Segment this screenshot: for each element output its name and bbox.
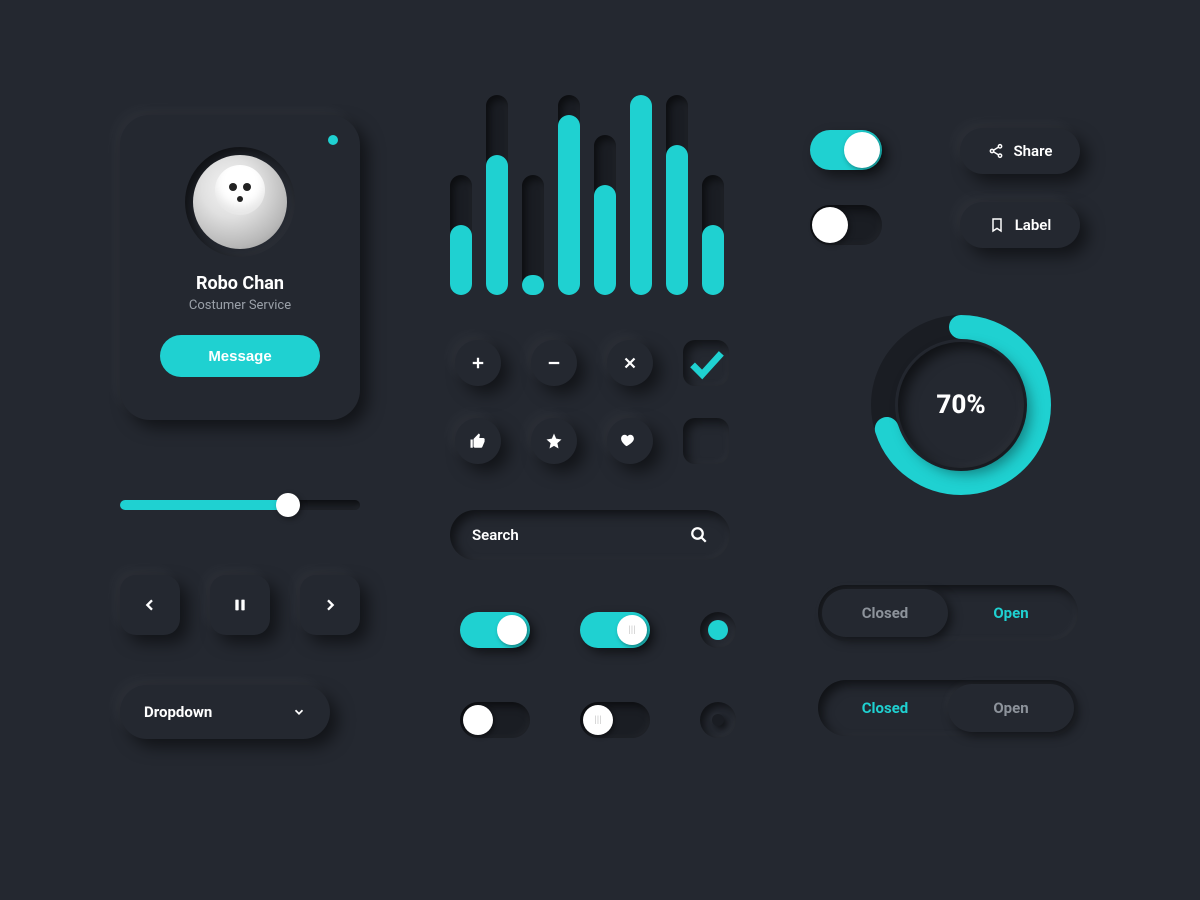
prev-button[interactable] [120,575,180,635]
eq-bar-fill [594,185,616,295]
eq-bar [522,175,544,295]
toggle-knob: ||| [583,705,613,735]
plus-icon [469,354,487,372]
pause-button[interactable] [210,575,270,635]
toggle-large-off[interactable] [810,205,882,245]
profile-name: Robo Chan [140,273,340,294]
share-button[interactable]: Share [960,128,1080,174]
minus-icon [545,354,563,372]
media-controls [120,575,360,635]
eq-bar [630,95,652,295]
eq-bar [702,175,724,295]
eq-bar-fill [486,155,508,295]
dropdown-label: Dropdown [144,703,212,721]
toggle-knob [812,207,848,243]
avatar-container [185,147,295,257]
share-label: Share [1014,142,1053,160]
toggle-knob [497,615,527,645]
dropdown[interactable]: Dropdown [120,685,330,739]
message-button[interactable]: Message [160,335,320,377]
chevron-right-icon [322,597,338,613]
search-icon [690,526,708,544]
equalizer-chart [450,95,724,295]
eq-bar [666,95,688,295]
share-icon [988,143,1004,159]
check-box-empty[interactable] [683,418,729,464]
eq-bar-fill [666,145,688,295]
toggle-large-on[interactable] [810,130,882,170]
star-button[interactable] [531,418,577,464]
segment-control-1: Closed Open [818,585,1078,641]
segment-control-2: Closed Open [818,680,1078,736]
next-button[interactable] [300,575,360,635]
eq-bar-fill [702,225,724,295]
icon-button-row-2 [455,418,729,464]
pause-icon [232,597,248,613]
radial-label: 70% [866,310,1056,500]
close-button[interactable] [607,340,653,386]
eq-bar-fill [450,225,472,295]
radial-progress: 70% [866,310,1056,500]
eq-bar-fill [522,275,544,295]
eq-bar [558,95,580,295]
profile-card: Robo Chan Costumer Service Message [120,115,360,420]
star-icon [545,432,563,450]
heart-button[interactable] [607,418,653,464]
toggle-grid: ||| ||| [460,600,760,750]
eq-bar-fill [558,115,580,295]
avatar [193,155,287,249]
segment-closed[interactable]: Closed [822,684,948,732]
toggle-small-off-bars[interactable]: ||| [580,702,650,738]
eq-bar [486,95,508,295]
slider-fill [120,500,288,510]
search-placeholder: Search [472,526,519,544]
slider-handle[interactable] [276,493,300,517]
label-label: Label [1015,216,1052,234]
segment-open[interactable]: Open [948,684,1074,732]
status-indicator [328,135,338,145]
search-input[interactable]: Search [450,510,730,560]
toggle-knob [463,705,493,735]
close-icon [621,354,639,372]
toggle-small-on[interactable] [460,612,530,648]
chevron-down-icon [292,705,306,719]
chevron-left-icon [142,597,158,613]
thumbs-up-icon [469,432,487,450]
icon-button-row-1 [455,340,729,386]
toggle-small-off[interactable] [460,702,530,738]
check-box-checked[interactable] [683,340,729,386]
heart-icon [621,432,639,450]
minus-button[interactable] [531,340,577,386]
bookmark-icon [989,217,1005,233]
label-button[interactable]: Label [960,202,1080,248]
toggle-knob [844,132,880,168]
radio-unchecked[interactable] [700,702,736,738]
profile-role: Costumer Service [140,298,340,313]
segment-open[interactable]: Open [948,589,1074,637]
radio-checked[interactable] [700,612,736,648]
plus-button[interactable] [455,340,501,386]
segment-closed[interactable]: Closed [822,589,948,637]
eq-bar-fill [630,95,652,295]
eq-bar [450,175,472,295]
eq-bar [594,135,616,295]
toggle-small-on-bars[interactable]: ||| [580,612,650,648]
like-button[interactable] [455,418,501,464]
slider[interactable] [120,500,360,510]
toggle-knob: ||| [617,615,647,645]
check-icon [683,340,729,386]
